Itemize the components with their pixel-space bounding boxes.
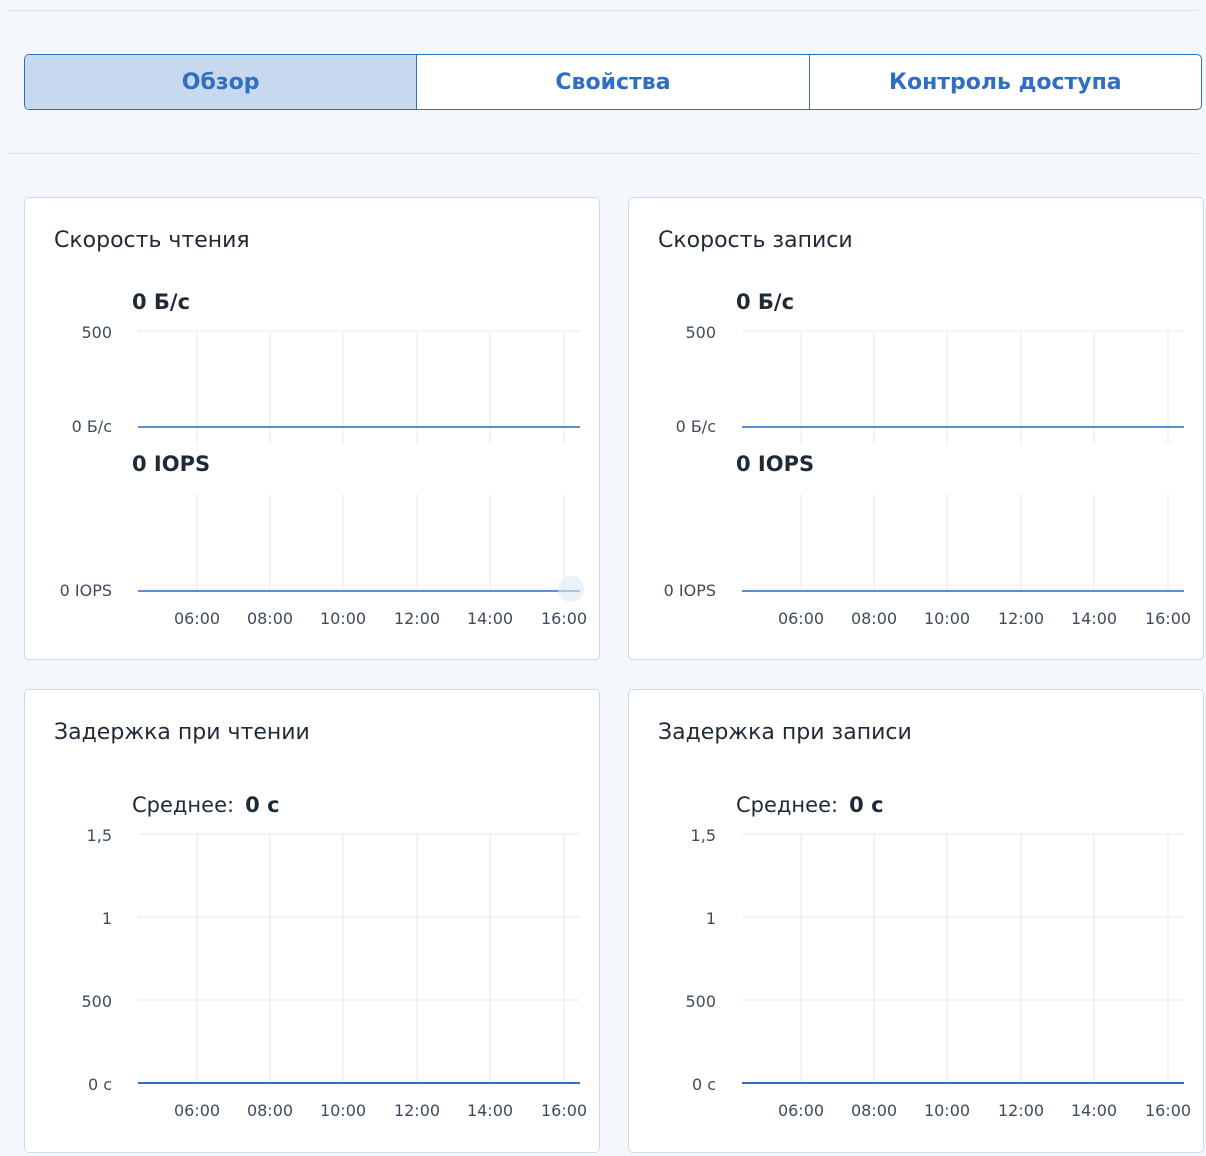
y-tick-label: 0 IOPS (60, 581, 112, 600)
write-latency-chart: Среднее: 0 с 1,5 1 500 0 с 06:00 08:00 10:… (685, 793, 1191, 1120)
y-tick-label: 1,5 (87, 826, 112, 845)
latency-grid (138, 833, 580, 1082)
y-tick-label: 0 с (692, 1075, 716, 1094)
x-tick-label: 14:00 (467, 609, 513, 628)
x-tick-label: 08:00 (851, 1101, 897, 1120)
tab-overview[interactable]: Обзор (25, 55, 417, 109)
x-tick-label: 16:00 (1145, 1101, 1191, 1120)
x-tick-label: 14:00 (467, 1101, 513, 1120)
top-divider (8, 10, 1198, 11)
y-tick-label: 0 Б/с (676, 417, 716, 436)
x-tick-label: 12:00 (998, 609, 1044, 628)
y-tick-label: 0 IOPS (664, 581, 716, 600)
x-tick-label: 12:00 (998, 1101, 1044, 1120)
write-latency-card: Задержка при записи Среднее: 0 с 1,5 1 5… (628, 689, 1204, 1153)
read-latency-chart: Среднее: 0 с 1,5 1 500 0 с 06:00 08:00 10:… (81, 793, 587, 1120)
section-divider (8, 153, 1198, 154)
x-axis-labels: 06:00 08:00 10:00 12:00 14:00 16:00 (778, 1101, 1191, 1120)
read-speed-chart: 0 Б/с 500 0 Б/с 0 IOPS 0 IOPS 06:00 08:00… (60, 290, 587, 628)
x-tick-label: 08:00 (247, 609, 293, 628)
x-tick-label: 10:00 (320, 1101, 366, 1120)
x-tick-label: 10:00 (924, 1101, 970, 1120)
x-tick-label: 06:00 (778, 609, 824, 628)
throughput-value: 0 Б/с (736, 290, 794, 314)
x-tick-label: 06:00 (174, 609, 220, 628)
latency-grid (742, 833, 1184, 1082)
x-axis-labels: 06:00 08:00 10:00 12:00 14:00 16:00 (174, 1101, 587, 1120)
y-tick-label: 1,5 (691, 826, 716, 845)
average-value: 0 с (849, 793, 883, 817)
x-tick-label: 14:00 (1071, 609, 1117, 628)
x-tick-label: 16:00 (1145, 609, 1191, 628)
x-tick-label: 12:00 (394, 609, 440, 628)
x-tick-label: 06:00 (778, 1101, 824, 1120)
y-tick-label: 500 (685, 323, 716, 342)
x-tick-label: 10:00 (320, 609, 366, 628)
read-latency-card: Задержка при чтении Среднее: 0 с 1,5 1 5… (24, 689, 600, 1153)
write-speed-card: Скорость записи 0 Б/с 500 0 Б/с 0 IOPS 0… (628, 197, 1204, 660)
hover-point-marker[interactable] (558, 576, 584, 602)
y-tick-label: 0 с (88, 1075, 112, 1094)
tab-properties[interactable]: Свойства (416, 55, 808, 109)
x-tick-label: 14:00 (1071, 1101, 1117, 1120)
iops-grid (196, 494, 565, 591)
throughput-value: 0 Б/с (132, 290, 190, 314)
x-tick-label: 08:00 (851, 609, 897, 628)
y-tick-label: 500 (81, 323, 112, 342)
average-label: Среднее: (132, 793, 234, 817)
x-tick-label: 16:00 (541, 609, 587, 628)
x-tick-label: 12:00 (394, 1101, 440, 1120)
read-speed-card: Скорость чтения 0 Б/с 500 0 Б/с 0 IOPS 0… (24, 197, 600, 660)
x-tick-label: 16:00 (541, 1101, 587, 1120)
write-speed-chart: 0 Б/с 500 0 Б/с 0 IOPS 0 IOPS 06:00 08:00… (664, 290, 1191, 628)
average-readout: Среднее: 0 с (736, 793, 884, 817)
y-tick-label: 0 Б/с (72, 417, 112, 436)
average-label: Среднее: (736, 793, 838, 817)
x-axis-labels: 06:00 08:00 10:00 12:00 14:00 16:00 (174, 609, 587, 628)
y-tick-label: 500 (81, 992, 112, 1011)
tab-access-control[interactable]: Контроль доступа (808, 55, 1201, 109)
y-tick-label: 1 (102, 909, 112, 928)
x-tick-label: 10:00 (924, 609, 970, 628)
x-tick-label: 06:00 (174, 1101, 220, 1120)
y-tick-label: 1 (706, 909, 716, 928)
average-readout: Среднее: 0 с (132, 793, 280, 817)
tab-bar: Обзор Свойства Контроль доступа (24, 54, 1202, 110)
iops-value: 0 IOPS (736, 452, 814, 476)
iops-grid (800, 494, 1169, 591)
iops-value: 0 IOPS (132, 452, 210, 476)
x-tick-label: 08:00 (247, 1101, 293, 1120)
y-tick-label: 500 (685, 992, 716, 1011)
average-value: 0 с (245, 793, 279, 817)
x-axis-labels: 06:00 08:00 10:00 12:00 14:00 16:00 (778, 609, 1191, 628)
